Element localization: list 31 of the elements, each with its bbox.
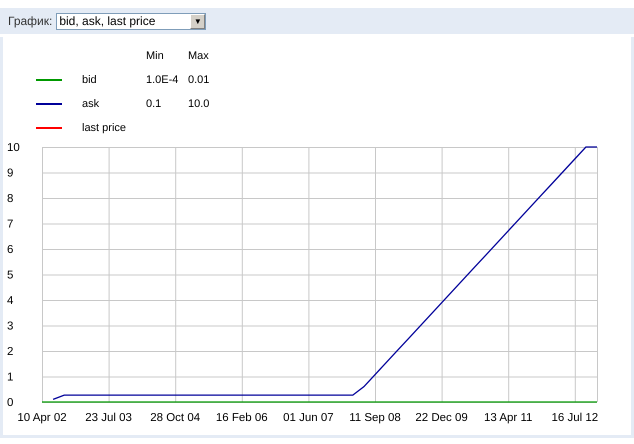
legend-label: ask xyxy=(82,98,100,110)
legend-min: 0.1 xyxy=(146,98,162,110)
legend-label: last price xyxy=(82,122,128,134)
y-tick-label: 9 xyxy=(7,168,14,180)
x-tick-label: 28 Oct 04 xyxy=(150,412,200,424)
y-tick-label: 8 xyxy=(7,193,14,205)
chart-select[interactable]: bid, ask, last price ▼ xyxy=(56,12,206,30)
x-tick-label: 01 Jun 07 xyxy=(283,412,334,424)
legend-min: 1.0E-4 xyxy=(146,74,178,86)
y-tick-label: 5 xyxy=(7,270,14,282)
x-tick-label: 10 Apr 02 xyxy=(17,412,67,424)
y-tick-label: 10 xyxy=(7,142,20,154)
y-tick-label: 2 xyxy=(7,346,14,358)
x-tick-label: 22 Dec 09 xyxy=(415,412,468,424)
x-tick-label: 11 Sep 08 xyxy=(349,412,401,424)
legend-label: bid xyxy=(82,74,98,86)
x-tick-label: 16 Jul 12 xyxy=(551,412,598,424)
x-tick-label: 16 Feb 06 xyxy=(216,412,268,424)
y-tick-label: 4 xyxy=(7,295,14,307)
y-tick-label: 3 xyxy=(7,320,14,332)
chart-label: График: xyxy=(8,14,52,28)
x-tick-label: 13 Apr 11 xyxy=(484,412,532,424)
legend-max: 10.0 xyxy=(188,98,210,110)
legend-max: 0.01 xyxy=(188,74,210,86)
legend-header: Max xyxy=(188,50,210,62)
legend-header: Min xyxy=(146,50,165,62)
y-tick-label: 1 xyxy=(7,372,14,384)
x-tick-label: 23 Jul 03 xyxy=(85,412,132,424)
y-tick-label: 0 xyxy=(7,397,14,409)
y-tick-label: 6 xyxy=(7,244,14,256)
y-tick-label: 7 xyxy=(7,218,14,230)
